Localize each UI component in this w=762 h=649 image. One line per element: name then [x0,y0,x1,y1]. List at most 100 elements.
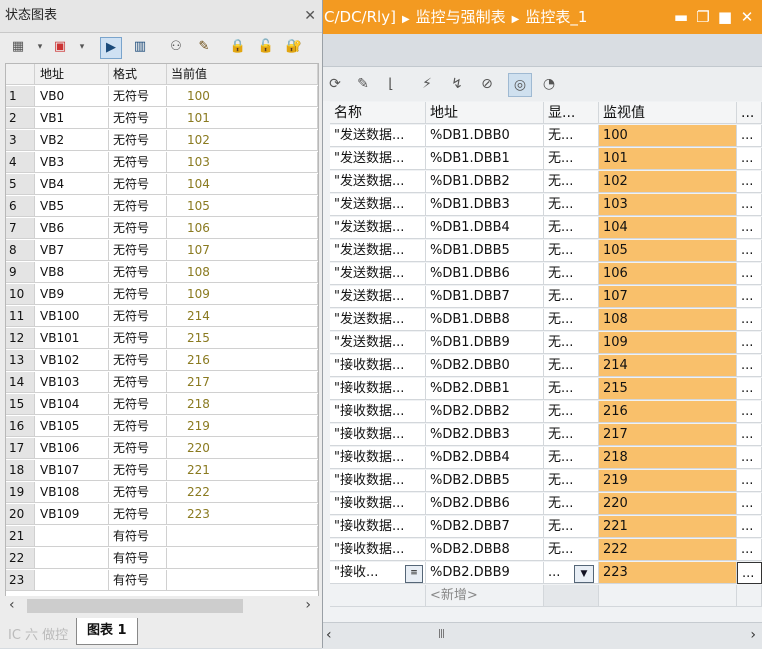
cell-format[interactable]: 无符号 [109,130,167,151]
cell-display-format[interactable]: 无... [544,286,599,308]
cell-more[interactable]: ... [737,125,762,147]
cell-address[interactable] [35,548,109,569]
cell-more[interactable]: ... [737,493,762,515]
cell-monitor-value[interactable]: 220 [599,493,737,515]
table-row[interactable]: "接收数据... %DB2.DBB5 无... 219... [322,470,762,493]
horizontal-scrollbar[interactable]: ‹ ||| › [322,622,762,649]
cell-name[interactable]: "接收数据... [330,447,426,469]
cell-monitor-value[interactable]: 105 [599,240,737,262]
cell-address[interactable]: %DB1.DBB7 [426,286,544,308]
cell-format[interactable]: 无符号 [109,262,167,283]
table-row[interactable]: 23 有符号 [6,570,318,592]
scrollbar-thumb[interactable] [27,599,243,613]
cell-monitor-value[interactable]: 107 [599,286,737,308]
unlock-all-icon[interactable]: 🔐 [284,37,304,57]
cell-display-format[interactable]: 无... [544,263,599,285]
cell-format[interactable]: 无符号 [109,416,167,437]
cell-format[interactable]: 无符号 [109,328,167,349]
cell-name[interactable]: "发送数据... [330,309,426,331]
cell-address[interactable]: VB104 [35,394,109,415]
cell-format[interactable]: 无符号 [109,174,167,195]
cell-monitor-value[interactable]: 222 [599,539,737,561]
cell-address[interactable]: VB100 [35,306,109,327]
cell-address[interactable]: VB5 [35,196,109,217]
cell-format[interactable]: 无符号 [109,350,167,371]
cell-address[interactable]: %DB2.DBB6 [426,493,544,515]
table-row[interactable]: "接收数据... %DB2.DBB4 无... 218... [322,447,762,470]
table-row[interactable]: 17 VB106 无符号 220 [6,438,318,460]
breadcrumb-watch-force[interactable]: 监控与强制表 [416,8,506,26]
cell-monitor-value[interactable]: 218 [599,447,737,469]
chevron-down-icon[interactable]: ▾ [72,37,92,57]
table-row[interactable]: 3 VB2 无符号 102 [6,130,318,152]
cell-display-format[interactable]: 无... [544,217,599,239]
cell-monitor-value[interactable]: 101 [599,148,737,170]
cell-more[interactable]: ... [737,378,762,400]
cell-format[interactable]: 无符号 [109,240,167,261]
cell-more[interactable]: ... [737,424,762,446]
table-row[interactable]: "发送数据... %DB1.DBB2 无... 102... [322,171,762,194]
cell-more[interactable]: ... [737,263,762,285]
cell-address[interactable] [35,526,109,547]
cell-display-format[interactable]: 无... [544,470,599,492]
table-row[interactable]: 21 有符号 [6,526,318,548]
cell-format[interactable]: 无符号 [109,372,167,393]
chart-icon[interactable]: ⌊ [380,73,402,95]
chevron-down-icon[interactable]: ▼ [574,565,594,583]
cell-address[interactable]: VB102 [35,350,109,371]
table-row[interactable]: 11 VB100 无符号 214 [6,306,318,328]
cell-monitor-value[interactable]: 221 [599,516,737,538]
cell-monitor-value[interactable]: 103 [599,194,737,216]
cell-display-format[interactable]: 无... [544,516,599,538]
cell-address[interactable]: VB3 [35,152,109,173]
cell-format[interactable]: 无符号 [109,394,167,415]
cell-monitor-value[interactable]: 108 [599,309,737,331]
cell-address[interactable]: VB108 [35,482,109,503]
table-row[interactable]: 9 VB8 无符号 108 [6,262,318,284]
cell-more[interactable]: ... [737,539,762,561]
cell-address[interactable]: %DB2.DBB7 [426,516,544,538]
cell-name[interactable]: "接收数据... [330,516,426,538]
chevron-down-icon[interactable]: ▾ [30,37,50,57]
single-read-icon[interactable]: ⚇ [166,37,186,57]
cell-display-format[interactable]: 无... [544,171,599,193]
add-new-row[interactable]: <新增> [322,585,762,608]
cell-more[interactable]: ... [737,401,762,423]
cell-display-format[interactable]: 无... [544,194,599,216]
cell-display-format[interactable]: 无... [544,539,599,561]
table-row[interactable]: 20 VB109 无符号 223 [6,504,318,526]
cell-more[interactable]: ... [737,217,762,239]
cell-monitor-value[interactable]: 217 [599,424,737,446]
monitor-all-icon[interactable]: ◎ [508,73,532,97]
cell-address[interactable]: %DB1.DBB2 [426,171,544,193]
cell-display-format[interactable]: ... ▼ [544,562,599,584]
table-row[interactable]: 22 有符号 [6,548,318,570]
cell-display-format[interactable]: 无... [544,401,599,423]
cell-address[interactable]: %DB1.DBB6 [426,263,544,285]
cell-address[interactable]: %DB2.DBB9 [426,562,544,584]
cell-format[interactable]: 无符号 [109,196,167,217]
cell-address[interactable] [35,570,109,591]
cell-display-format[interactable]: 无... [544,424,599,446]
cell-name[interactable]: "接收数据... [330,424,426,446]
cell-more[interactable]: ... [737,171,762,193]
cell-name[interactable]: "接收数据... [330,493,426,515]
table-row[interactable]: "发送数据... %DB1.DBB4 无... 104... [322,217,762,240]
cell-monitor-value[interactable]: 100 [599,125,737,147]
cell-display-format[interactable]: 无... [544,332,599,354]
write-pencil-icon[interactable]: ✎ [194,37,214,57]
scroll-left-icon[interactable]: ‹ [9,597,15,613]
cell-format[interactable]: 无符号 [109,108,167,129]
cell-address[interactable]: VB4 [35,174,109,195]
cell-address[interactable]: %DB1.DBB3 [426,194,544,216]
cell-more[interactable]: ... [737,148,762,170]
list-edit-icon[interactable]: ✎ [352,73,374,95]
cell-address[interactable]: %DB1.DBB0 [426,125,544,147]
cell-monitor-value[interactable]: 104 [599,217,737,239]
cell-address[interactable]: %DB2.DBB4 [426,447,544,469]
cell-display-format[interactable]: 无... [544,309,599,331]
cell-name[interactable]: "发送数据... [330,125,426,147]
table-row[interactable]: "接收数据... %DB2.DBB7 无... 221... [322,516,762,539]
table-row[interactable]: 6 VB5 无符号 105 [6,196,318,218]
table-row[interactable]: 19 VB108 无符号 222 [6,482,318,504]
